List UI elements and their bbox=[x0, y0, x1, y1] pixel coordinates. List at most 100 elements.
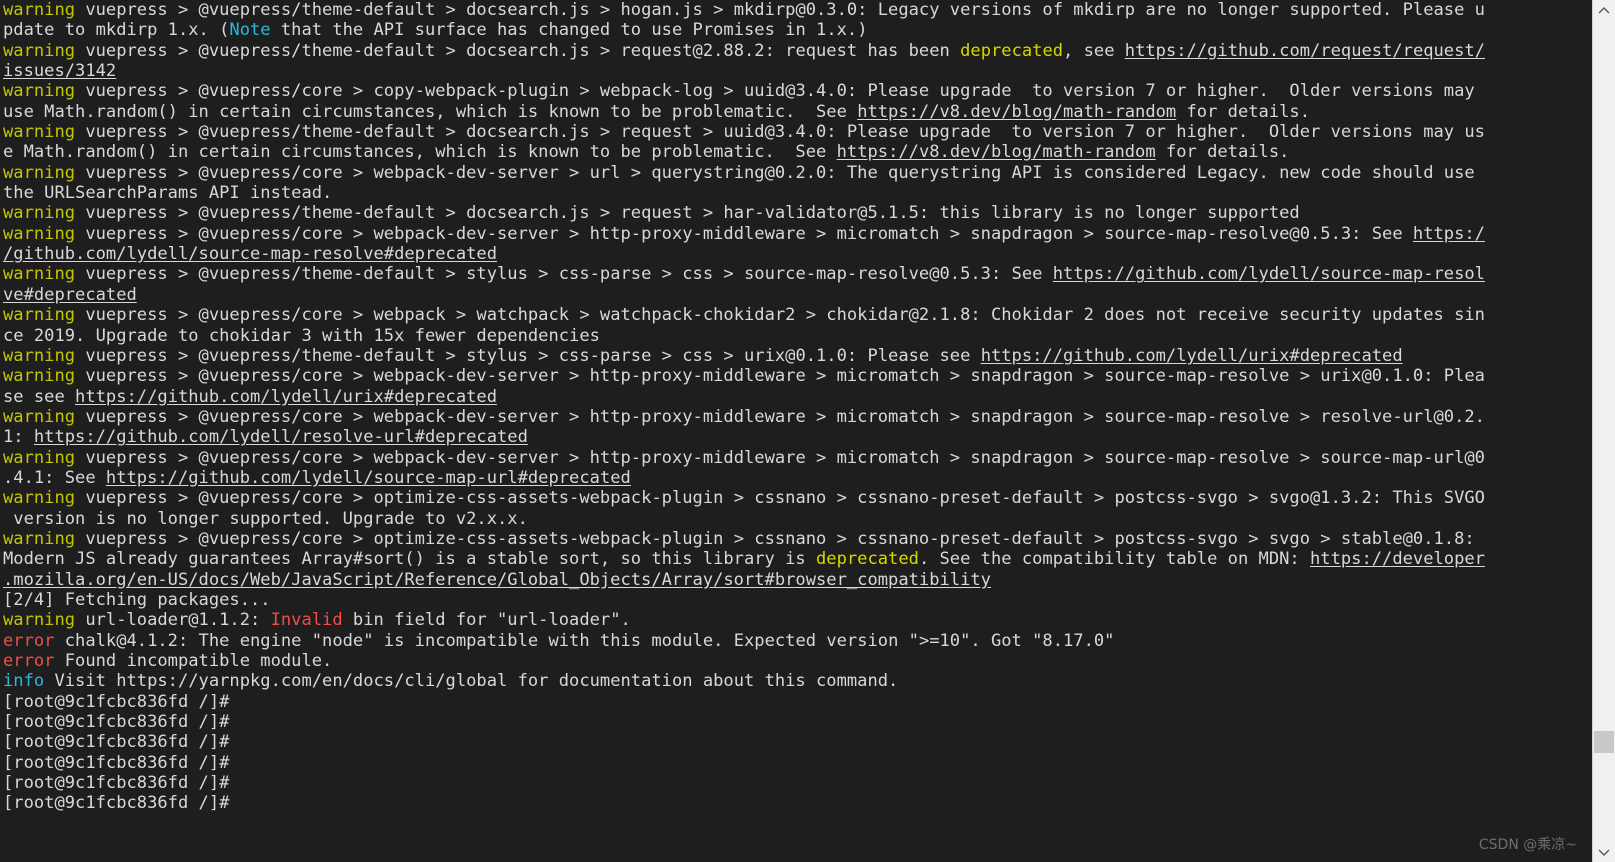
terminal-text: [root@9c1fcbc836fd /]# bbox=[3, 712, 230, 733]
terminal-line: warning vuepress > @vuepress/theme-defau… bbox=[0, 122, 1592, 142]
terminal-window: warning vuepress > @vuepress/theme-defau… bbox=[0, 0, 1615, 862]
terminal-link[interactable]: .mozilla.org/en-US/docs/Web/JavaScript/R… bbox=[3, 570, 991, 590]
terminal-line: pdate to mkdirp 1.x. (Note that the API … bbox=[0, 20, 1592, 40]
terminal-text: warning bbox=[3, 81, 76, 102]
terminal-link[interactable]: https://github.com/lydell/urix#deprecate… bbox=[75, 387, 497, 407]
terminal-text: chalk@4.1.2: The engine "node" is incomp… bbox=[54, 630, 1115, 651]
scrollbar-thumb[interactable] bbox=[1594, 731, 1614, 753]
terminal-link[interactable]: https://github.com/lydell/urix#deprecate… bbox=[981, 346, 1403, 366]
terminal-line: [root@9c1fcbc836fd /]# bbox=[0, 793, 1592, 813]
terminal-text: vuepress > @vuepress/theme-default > doc… bbox=[75, 40, 961, 61]
terminal-line: error Found incompatible module. bbox=[0, 651, 1592, 671]
terminal-text: error bbox=[3, 630, 55, 651]
terminal-text: warning bbox=[3, 528, 76, 549]
terminal-text: warning bbox=[3, 203, 76, 224]
terminal-line: se see https://github.com/lydell/urix#de… bbox=[0, 387, 1592, 407]
terminal-link[interactable]: https://developer bbox=[1310, 549, 1485, 569]
terminal-line: [2/4] Fetching packages... bbox=[0, 590, 1592, 610]
terminal-text: [root@9c1fcbc836fd /]# bbox=[3, 793, 230, 814]
terminal-line: use Math.random() in certain circumstanc… bbox=[0, 102, 1592, 122]
terminal-line: [root@9c1fcbc836fd /]# bbox=[0, 773, 1592, 793]
terminal-link[interactable]: https://github.com/lydell/source-map-url… bbox=[106, 468, 631, 488]
terminal-text: bin field for "url-loader". bbox=[342, 610, 631, 631]
terminal-line: /github.com/lydell/source-map-resolve#de… bbox=[0, 244, 1592, 264]
terminal-line: issues/3142 bbox=[0, 61, 1592, 81]
terminal-line: warning vuepress > @vuepress/theme-defau… bbox=[0, 203, 1592, 223]
terminal-text: vuepress > @vuepress/core > webpack-dev-… bbox=[75, 447, 1485, 468]
terminal-text: Modern JS already guarantees Array#sort(… bbox=[3, 549, 817, 570]
terminal-text: Note bbox=[229, 20, 271, 41]
terminal-link[interactable]: https://github.com/lydell/resolve-url#de… bbox=[34, 427, 528, 447]
terminal-line: [root@9c1fcbc836fd /]# bbox=[0, 732, 1592, 752]
terminal-text: deprecated bbox=[960, 40, 1064, 61]
terminal-line: warning vuepress > @vuepress/core > copy… bbox=[0, 81, 1592, 101]
terminal-text: , see bbox=[1063, 40, 1125, 61]
terminal-line: .4.1: See https://github.com/lydell/sour… bbox=[0, 468, 1592, 488]
terminal-text: vuepress > @vuepress/core > webpack-dev-… bbox=[75, 366, 1485, 387]
terminal-link[interactable]: https://github.com/lydell/source-map-res… bbox=[1053, 264, 1485, 284]
terminal-line: warning vuepress > @vuepress/core > webp… bbox=[0, 448, 1592, 468]
terminal-link[interactable]: https:/ bbox=[1413, 224, 1485, 244]
terminal-text: info bbox=[3, 671, 45, 692]
terminal-text: vuepress > @vuepress/theme-default > doc… bbox=[75, 203, 1300, 224]
terminal-text: url-loader@1.1.2: bbox=[75, 610, 271, 631]
terminal-text: vuepress > @vuepress/core > webpack > wa… bbox=[75, 305, 1485, 326]
terminal-line: 1: https://github.com/lydell/resolve-url… bbox=[0, 427, 1592, 447]
terminal-line: warning vuepress > @vuepress/core > opti… bbox=[0, 488, 1592, 508]
terminal-line: info Visit https://yarnpkg.com/en/docs/c… bbox=[0, 671, 1592, 691]
terminal-text: vuepress > @vuepress/core > webpack-dev-… bbox=[75, 223, 1413, 244]
terminal-text: Invalid bbox=[270, 610, 343, 631]
terminal-text: [root@9c1fcbc836fd /]# bbox=[3, 773, 230, 794]
terminal-text: warning bbox=[3, 0, 76, 20]
terminal-link[interactable]: /github.com/lydell/source-map-resolve#de… bbox=[3, 244, 497, 264]
terminal-text: . See the compatibility table on MDN: bbox=[918, 549, 1311, 570]
terminal-text: vuepress > @vuepress/theme-default > doc… bbox=[75, 0, 1485, 20]
terminal-line: [root@9c1fcbc836fd /]# bbox=[0, 753, 1592, 773]
terminal-text: version is no longer supported. Upgrade … bbox=[3, 508, 528, 529]
terminal-text: .4.1: See bbox=[3, 467, 106, 488]
terminal-text: [root@9c1fcbc836fd /]# bbox=[3, 752, 230, 773]
terminal-text: vuepress > @vuepress/core > webpack-dev-… bbox=[75, 162, 1475, 183]
terminal-text: vuepress > @vuepress/core > optimize-css… bbox=[75, 488, 1485, 509]
terminal-text: warning bbox=[3, 40, 76, 61]
scroll-down-arrow-icon[interactable] bbox=[1593, 843, 1615, 861]
terminal-link[interactable]: https://v8.dev/blog/math-random bbox=[857, 102, 1176, 122]
terminal-text: deprecated bbox=[816, 549, 919, 570]
terminal-text: ce 2019. Upgrade to chokidar 3 with 15x … bbox=[3, 325, 600, 346]
terminal-text: use Math.random() in certain circumstanc… bbox=[3, 101, 858, 122]
terminal-link[interactable]: https://v8.dev/blog/math-random bbox=[837, 142, 1156, 162]
terminal-text: warning bbox=[3, 162, 76, 183]
terminal-line: [root@9c1fcbc836fd /]# bbox=[0, 692, 1592, 712]
terminal-text: [2/4] Fetching packages... bbox=[3, 589, 271, 610]
terminal-line: warning vuepress > @vuepress/theme-defau… bbox=[0, 0, 1592, 20]
terminal-line: warning vuepress > @vuepress/theme-defau… bbox=[0, 264, 1592, 284]
terminal-text: vuepress > @vuepress/core > optimize-css… bbox=[75, 528, 1475, 549]
terminal-text: warning bbox=[3, 223, 76, 244]
terminal-text: 1: bbox=[3, 427, 34, 448]
terminal-line: warning vuepress > @vuepress/core > webp… bbox=[0, 366, 1592, 386]
terminal-line: [root@9c1fcbc836fd /]# bbox=[0, 712, 1592, 732]
terminal-link[interactable]: ve#deprecated bbox=[3, 285, 137, 305]
terminal-output-area[interactable]: warning vuepress > @vuepress/theme-defau… bbox=[0, 0, 1592, 862]
terminal-text: vuepress > @vuepress/theme-default > sty… bbox=[75, 345, 981, 366]
terminal-line: warning vuepress > @vuepress/core > webp… bbox=[0, 163, 1592, 183]
vertical-scrollbar[interactable] bbox=[1592, 0, 1615, 862]
terminal-line: warning vuepress > @vuepress/theme-defau… bbox=[0, 41, 1592, 61]
terminal-text: [root@9c1fcbc836fd /]# bbox=[3, 691, 230, 712]
terminal-text: warning bbox=[3, 610, 76, 631]
terminal-text: vuepress > @vuepress/core > webpack-dev-… bbox=[75, 406, 1485, 427]
terminal-text: vuepress > @vuepress/theme-default > sty… bbox=[75, 264, 1053, 285]
terminal-line: e Math.random() in certain circumstances… bbox=[0, 142, 1592, 162]
terminal-text: warning bbox=[3, 488, 76, 509]
terminal-text: vuepress > @vuepress/theme-default > doc… bbox=[75, 122, 1485, 143]
terminal-line: warning vuepress > @vuepress/core > webp… bbox=[0, 224, 1592, 244]
terminal-link[interactable]: https://github.com/request/request/ bbox=[1125, 41, 1485, 61]
scroll-up-arrow-icon[interactable] bbox=[1593, 1, 1615, 19]
terminal-link[interactable]: issues/3142 bbox=[3, 61, 116, 81]
terminal-text: warning bbox=[3, 305, 76, 326]
terminal-line: warning vuepress > @vuepress/theme-defau… bbox=[0, 346, 1592, 366]
terminal-text: warning bbox=[3, 264, 76, 285]
terminal-text: e Math.random() in certain circumstances… bbox=[3, 142, 837, 163]
terminal-text: for details. bbox=[1155, 142, 1290, 163]
terminal-line: the URLSearchParams API instead. bbox=[0, 183, 1592, 203]
